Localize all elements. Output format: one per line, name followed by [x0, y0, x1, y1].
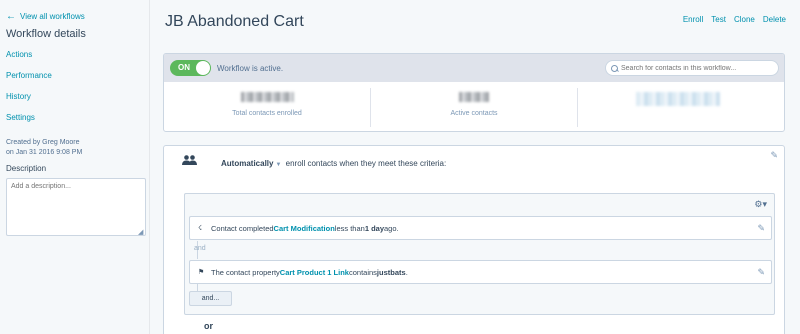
filter-value: justbats — [376, 267, 406, 277]
stats-row: Total contacts enrolled Active contacts — [164, 82, 784, 131]
enrollment-criteria-card: Automatically ▼ enroll contacts when they… — [163, 145, 785, 334]
filter-post: ago. — [384, 223, 399, 233]
filter-mid: less than — [334, 223, 365, 233]
created-on: on Jan 31 2016 9:08 PM — [6, 149, 83, 156]
delete-button[interactable]: Delete — [763, 15, 786, 24]
filter-pre: Contact completed — [211, 223, 274, 233]
redacted-value — [241, 92, 294, 102]
created-by: Created by Greg Moore — [6, 139, 80, 146]
filter-mid: contains — [348, 267, 377, 277]
connector-line — [197, 284, 198, 291]
sidebar-item-history[interactable]: History — [6, 92, 31, 101]
redacted-value — [636, 92, 720, 106]
add-and-filter-button[interactable]: and... — [189, 291, 232, 306]
created-info: Created by Greg Moore on Jan 31 2016 9:0… — [6, 138, 82, 158]
filter-post: . — [405, 267, 408, 277]
edit-filter-pencil-icon[interactable]: ✎ — [757, 223, 765, 234]
filter-property: Cart Product 1 Link — [279, 267, 349, 277]
workflow-summary-card: ON Workflow is active. Total contacts en… — [163, 53, 785, 132]
stat-total-enrolled: Total contacts enrolled — [164, 82, 370, 131]
and-connector-label: and — [194, 245, 206, 252]
toggle-knob — [196, 61, 210, 75]
workflow-actions: Enroll Test Clone Delete — [683, 15, 786, 24]
filter-group: ⚙▾ ☇ Contact completed Cart Modification… — [184, 193, 775, 315]
gear-icon[interactable]: ⚙▾ — [754, 199, 767, 210]
description-field[interactable] — [6, 178, 146, 236]
clone-button[interactable]: Clone — [734, 15, 755, 24]
arrow-left-icon: ← — [6, 10, 16, 22]
page-title: JB Abandoned Cart — [165, 13, 304, 30]
workflow-active-toggle[interactable]: ON — [170, 60, 211, 76]
resize-grip-icon[interactable]: ◢ — [138, 228, 143, 236]
contacts-icon — [182, 155, 197, 165]
toggle-label: ON — [178, 63, 190, 72]
search-icon — [611, 64, 618, 72]
or-label: or — [204, 321, 213, 331]
description-label: Description — [6, 164, 47, 173]
lightning-icon: ☇ — [198, 225, 203, 232]
sidebar: ← View all workflows Workflow details Ac… — [0, 0, 150, 334]
enrollment-mode-dropdown[interactable]: Automatically — [221, 159, 273, 168]
sidebar-title: Workflow details — [6, 28, 86, 40]
filter-value: 1 day — [364, 223, 385, 233]
enrollment-description: enroll contacts when they meet these cri… — [285, 159, 447, 168]
stat-label: Active contacts — [450, 110, 498, 117]
back-to-workflows-link[interactable]: ← View all workflows — [6, 10, 85, 22]
sidebar-item-settings[interactable]: Settings — [6, 113, 35, 122]
edit-criteria-pencil-icon[interactable]: ✎ — [770, 150, 778, 161]
redacted-value — [459, 92, 489, 102]
enroll-button[interactable]: Enroll — [683, 15, 703, 24]
back-link-label: View all workflows — [20, 12, 85, 21]
stat-active-contacts: Active contacts — [370, 88, 577, 127]
flag-icon: ⚑ — [198, 269, 205, 276]
contact-search[interactable] — [605, 60, 779, 76]
edit-filter-pencil-icon[interactable]: ✎ — [757, 267, 765, 278]
contact-search-input[interactable] — [621, 64, 771, 72]
enrollment-trigger: Automatically ▼ enroll contacts when they… — [221, 159, 446, 168]
workflow-status: Workflow is active. — [217, 63, 284, 73]
test-button[interactable]: Test — [711, 15, 726, 24]
stat-label: Total contacts enrolled — [232, 110, 302, 117]
stat-extra — [577, 88, 784, 127]
caret-down-icon[interactable]: ▼ — [275, 162, 281, 168]
filter-pre: The contact property — [211, 267, 280, 277]
filter-row[interactable]: ⚑ The contact property Cart Product 1 Li… — [189, 260, 772, 284]
filter-row[interactable]: ☇ Contact completed Cart Modification le… — [189, 216, 772, 240]
summary-toolbar: ON Workflow is active. — [164, 54, 784, 82]
filter-event: Cart Modification — [273, 223, 335, 233]
sidebar-item-performance[interactable]: Performance — [6, 71, 52, 80]
sidebar-item-actions[interactable]: Actions — [6, 50, 32, 59]
